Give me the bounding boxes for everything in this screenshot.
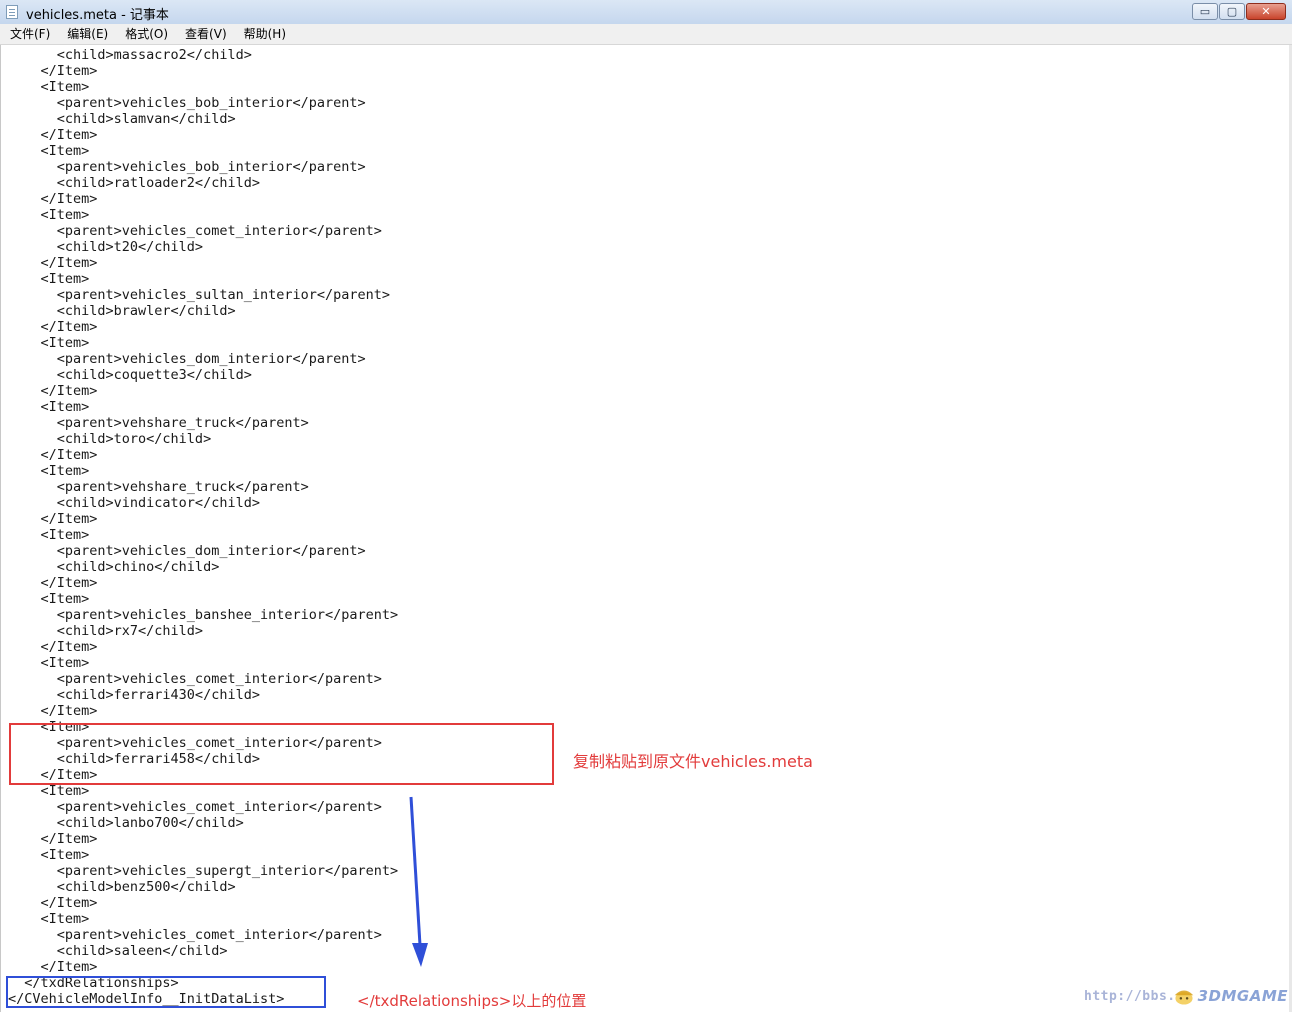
code-line: <Item> [8, 463, 90, 479]
code-line: </Item> [8, 63, 98, 79]
code-line: <child>toro</child> [8, 431, 212, 447]
code-line: <Item> [8, 911, 90, 927]
code-line: <parent>vehicles_comet_interior</parent> [8, 927, 382, 943]
watermark: http://bbs. 3DMGAME [1084, 982, 1288, 1010]
menu-format[interactable]: 格式(O) [115, 24, 175, 44]
notepad-icon [6, 5, 18, 19]
copy-paste-note: 复制粘贴到原文件vehicles.meta [573, 752, 813, 771]
code-line: </Item> [8, 639, 98, 655]
code-line: <parent>vehicles_comet_interior</parent> [8, 799, 382, 815]
code-line: </Item> [8, 895, 98, 911]
code-line: <child>benz500</child> [8, 879, 236, 895]
code-line: <Item> [8, 783, 90, 799]
code-line: <parent>vehicles_bob_interior</parent> [8, 95, 366, 111]
code-line: <child>slamvan</child> [8, 111, 236, 127]
menu-view[interactable]: 查看(V) [175, 24, 234, 44]
code-line: <child>ferrari430</child> [8, 687, 260, 703]
code-line: <child>t20</child> [8, 239, 204, 255]
menu-file[interactable]: 文件(F) [0, 24, 57, 44]
code-line: <parent>vehshare_truck</parent> [8, 479, 309, 495]
code-line: <Item> [8, 207, 90, 223]
code-line: </Item> [8, 575, 98, 591]
code-line: <child>rx7</child> [8, 623, 204, 639]
code-line: <child>vindicator</child> [8, 495, 260, 511]
code-line: <child>lanbo700</child> [8, 815, 244, 831]
mascot-logo-icon [1174, 990, 1193, 1005]
code-line: <child>chino</child> [8, 559, 220, 575]
menu-bar: 文件(F) 编辑(E) 格式(O) 查看(V) 帮助(H) [0, 24, 1292, 45]
code-line: <parent>vehicles_comet_interior</parent> [8, 671, 382, 687]
code-line: </Item> [8, 255, 98, 271]
code-line: </Item> [8, 447, 98, 463]
code-line: </Item> [8, 511, 98, 527]
code-line: <Item> [8, 655, 90, 671]
title-bar: vehicles.meta - 记事本 ▭ ▢ ✕ [0, 0, 1292, 25]
code-line: <parent>vehicles_bob_interior</parent> [8, 159, 366, 175]
maximize-button[interactable]: ▢ [1219, 3, 1245, 20]
menu-help[interactable]: 帮助(H) [234, 24, 293, 44]
watermark-brand: 3DMGAME [1197, 987, 1288, 1005]
down-arrow-icon [409, 796, 428, 967]
code-line: <parent>vehicles_sultan_interior</parent… [8, 287, 391, 303]
code-line: <Item> [8, 271, 90, 287]
code-line: </Item> [8, 959, 98, 975]
code-line: <Item> [8, 335, 90, 351]
code-line: <Item> [8, 399, 90, 415]
code-line: <parent>vehicles_dom_interior</parent> [8, 351, 366, 367]
code-line: <child>brawler</child> [8, 303, 236, 319]
window-controls: ▭ ▢ ✕ [1192, 3, 1286, 21]
code-line: <child>coquette3</child> [8, 367, 252, 383]
code-line: <child>ratloader2</child> [8, 175, 260, 191]
code-line: <parent>vehicles_supergt_interior</paren… [8, 863, 399, 879]
code-line: </Item> [8, 831, 98, 847]
highlight-box-target [6, 976, 326, 1008]
code-line: <parent>vehicles_comet_interior</parent> [8, 223, 382, 239]
watermark-url: http://bbs. [1084, 988, 1176, 1004]
code-line: </Item> [8, 319, 98, 335]
close-button[interactable]: ✕ [1246, 3, 1286, 20]
code-line: <child>massacro2</child> [8, 47, 252, 63]
code-line: <Item> [8, 143, 90, 159]
window-title: vehicles.meta - 记事本 [26, 8, 169, 23]
code-line: <parent>vehicles_dom_interior</parent> [8, 543, 366, 559]
code-line: </Item> [8, 127, 98, 143]
code-line: <Item> [8, 591, 90, 607]
code-line: <parent>vehshare_truck</parent> [8, 415, 309, 431]
code-line: <Item> [8, 847, 90, 863]
code-line: </Item> [8, 383, 98, 399]
minimize-button[interactable]: ▭ [1192, 3, 1218, 20]
highlight-box-copy [9, 723, 554, 785]
file-content: <child>massacro2</child> </Item> <Item> … [8, 47, 398, 1007]
code-line: <parent>vehicles_banshee_interior</paren… [8, 607, 399, 623]
code-line: <child>saleen</child> [8, 943, 228, 959]
code-line: </Item> [8, 191, 98, 207]
code-line: <Item> [8, 79, 90, 95]
code-line: </Item> [8, 703, 98, 719]
menu-edit[interactable]: 编辑(E) [57, 24, 115, 44]
position-note: </txdRelationships>以上的位置 [357, 992, 587, 1010]
code-line: <Item> [8, 527, 90, 543]
